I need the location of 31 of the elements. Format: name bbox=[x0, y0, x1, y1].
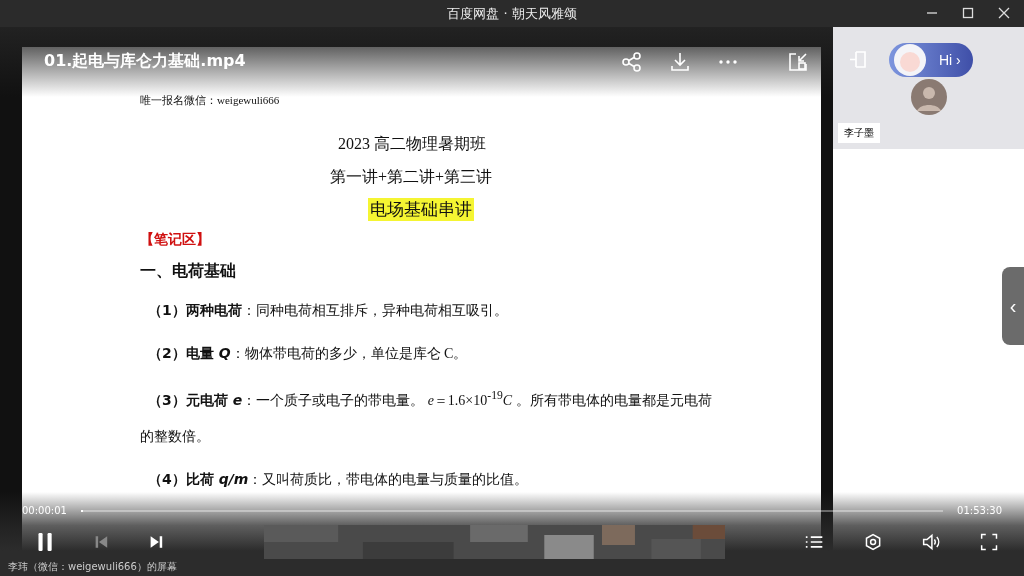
note-item: （4）比荷 q/m：又叫荷质比，带电体的电量与质量的比值。 bbox=[147, 469, 530, 489]
playlist-icon[interactable] bbox=[805, 533, 824, 551]
section-heading: 一、电荷基础 bbox=[140, 261, 237, 282]
collapse-tab[interactable]: ‹ bbox=[1002, 267, 1024, 345]
current-time: 00:00:01 bbox=[22, 505, 67, 516]
assistant-button[interactable]: Hi › bbox=[889, 43, 973, 77]
volume-icon[interactable] bbox=[921, 531, 940, 553]
screen-owner-caption: 李玮（微信：weigewuli666）的屏幕 bbox=[7, 560, 178, 574]
header-text: 唯一报名微信：weigewuli666 bbox=[140, 93, 281, 108]
view-icon[interactable] bbox=[863, 531, 882, 553]
lecture-title: 第一讲+第二讲+第三讲 bbox=[329, 167, 494, 187]
note-item: （2）电量 Q：物体带电荷的多少，单位是库仑 C。 bbox=[147, 344, 469, 363]
notes-label: 【笔记区】 bbox=[140, 231, 211, 249]
note-item: （3）元电荷 e：一个质子或电子的带电量。 e＝1.6×10$^{-19}$C 。所有带电体的电量都是元电荷的整数倍。 bbox=[140, 388, 713, 446]
duration: 01:53:30 bbox=[957, 505, 1002, 516]
window-title: 百度网盘 · 朝天风雅颂 bbox=[447, 4, 577, 23]
download-icon[interactable] bbox=[669, 51, 691, 73]
assistant-avatar-icon bbox=[893, 43, 927, 77]
course-title: 2023 高二物理暑期班 bbox=[337, 134, 487, 154]
participant-name: 李子墨 bbox=[838, 123, 880, 143]
topic-title: 电场基础串讲 bbox=[368, 198, 474, 221]
pause-icon[interactable] bbox=[36, 530, 55, 554]
share-icon[interactable] bbox=[621, 51, 643, 73]
video-title: 01.起电与库仑力基础.mp4 bbox=[44, 51, 247, 72]
participant-avatar bbox=[910, 79, 947, 115]
fullscreen-icon[interactable] bbox=[979, 531, 999, 553]
next-icon[interactable] bbox=[149, 533, 164, 551]
close-icon[interactable] bbox=[998, 7, 1010, 19]
maximize-icon[interactable] bbox=[962, 7, 974, 19]
note-item: （1）两种电荷：同种电荷相互排斥，异种电荷相互吸引。 bbox=[147, 301, 509, 320]
picture-in-picture-icon[interactable] bbox=[787, 51, 809, 73]
